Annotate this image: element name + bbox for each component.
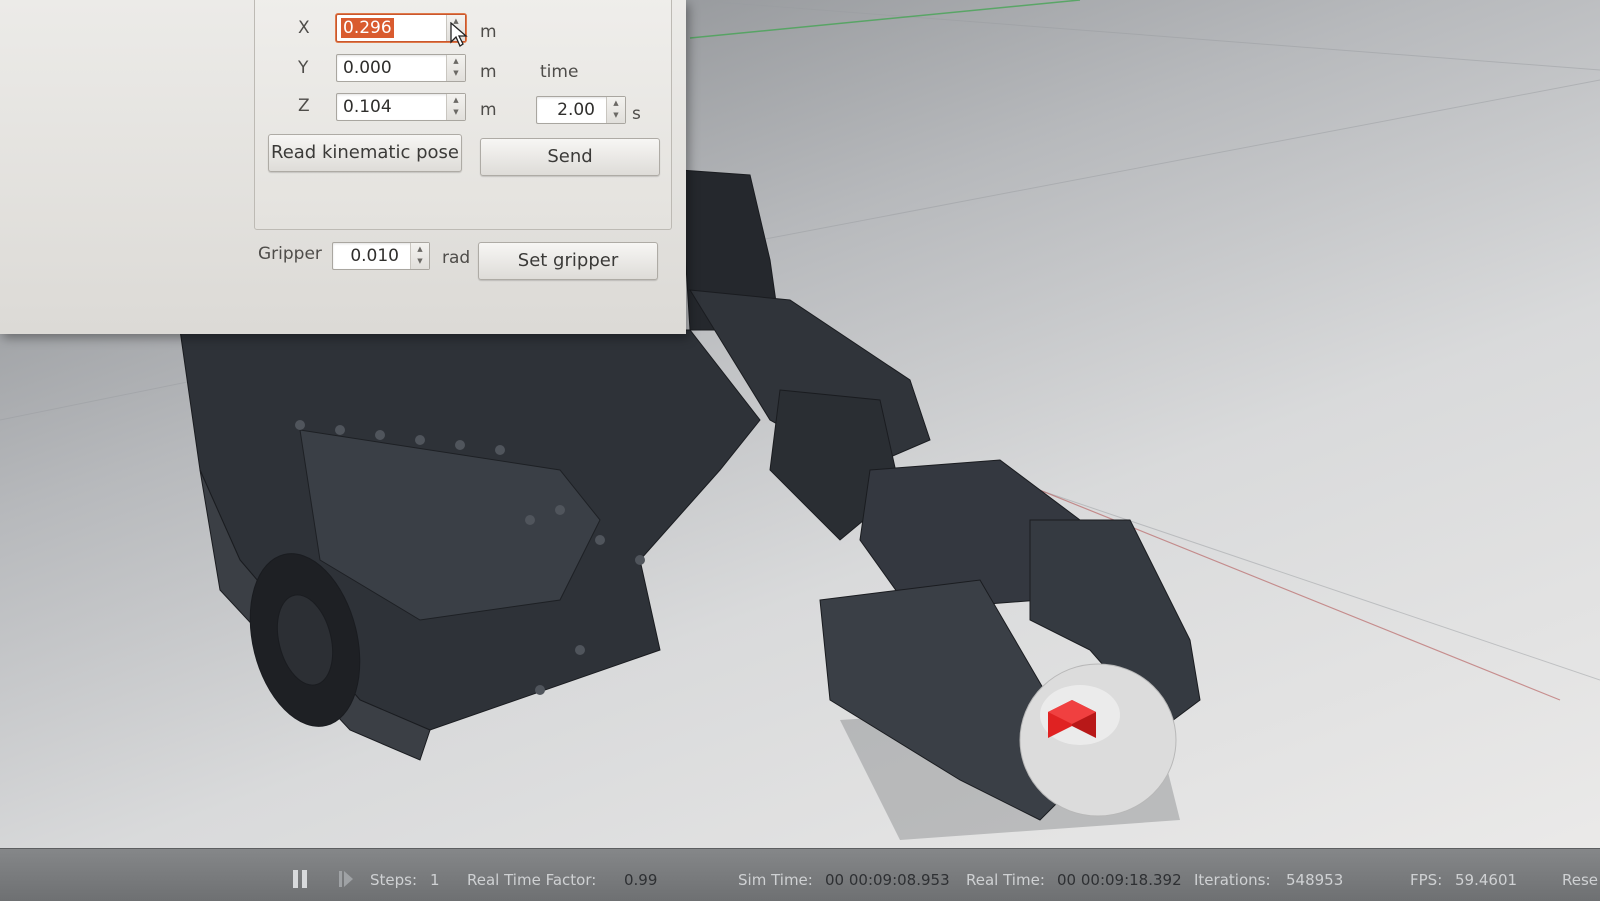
sim-time-value: 00 00:09:08.953	[825, 871, 950, 889]
z-label: Z	[298, 96, 310, 116]
z-unit: m	[480, 100, 497, 120]
axis-line-green	[689, 0, 1081, 39]
x-label: X	[298, 18, 310, 38]
z-spinbox[interactable]: 0.104 ▲ ▼	[336, 93, 466, 121]
x-value: 0.296	[341, 18, 394, 38]
steps-value[interactable]: 1	[430, 871, 440, 889]
y-spinbox[interactable]: 0.000 ▲ ▼	[336, 54, 466, 82]
fps-label: FPS:	[1410, 871, 1443, 889]
real-time-label: Real Time:	[966, 871, 1045, 889]
simulation-status-bar: Steps: 1 Real Time Factor: 0.99 Sim Time…	[0, 848, 1600, 901]
sim-time-label: Sim Time:	[738, 871, 813, 889]
reset-button[interactable]: Rese	[1562, 871, 1598, 889]
read-kinematic-pose-button[interactable]: Read kinematic pose	[268, 134, 462, 172]
gripper-value: 0.010	[350, 246, 399, 266]
time-value: 2.00	[557, 100, 595, 120]
iterations-label: Iterations:	[1194, 871, 1271, 889]
set-gripper-button[interactable]: Set gripper	[478, 242, 658, 280]
arm-control-dialog: X 0.296 ▲▼ m Y 0.000 ▲▼ m time Z 0.104 ▲…	[0, 0, 686, 334]
pause-icon[interactable]	[292, 869, 308, 889]
gripper-label: Gripper	[258, 244, 322, 264]
y-label: Y	[298, 58, 309, 78]
time-spinbox[interactable]: 2.00 ▲ ▼	[536, 96, 626, 124]
fps-value: 59.4601	[1455, 871, 1518, 889]
iterations-value: 548953	[1286, 871, 1344, 889]
real-time-value: 00 00:09:18.392	[1057, 871, 1182, 889]
spin-arrows-icon[interactable]: ▲▼	[446, 55, 465, 81]
step-icon[interactable]	[338, 870, 354, 888]
gripper-unit: rad	[442, 248, 471, 268]
time-unit: s	[632, 104, 641, 124]
y-value: 0.000	[343, 58, 392, 78]
mouse-pointer-icon	[450, 22, 468, 47]
gripper-spinbox[interactable]: 0.010 ▲ ▼	[332, 242, 430, 270]
spin-arrows-icon[interactable]: ▲▼	[410, 243, 429, 269]
send-button[interactable]: Send	[480, 138, 660, 176]
steps-label: Steps:	[370, 871, 418, 889]
y-unit: m	[480, 62, 497, 82]
spin-arrows-icon[interactable]: ▲▼	[446, 94, 465, 120]
x-spinbox[interactable]: 0.296 ▲▼	[336, 14, 466, 42]
time-label: time	[540, 62, 579, 82]
spin-arrows-icon[interactable]: ▲▼	[606, 97, 625, 123]
real-time-factor-value: 0.99	[624, 871, 658, 889]
x-unit: m	[480, 22, 497, 42]
real-time-factor-label: Real Time Factor:	[467, 871, 597, 889]
z-value: 0.104	[343, 97, 392, 117]
